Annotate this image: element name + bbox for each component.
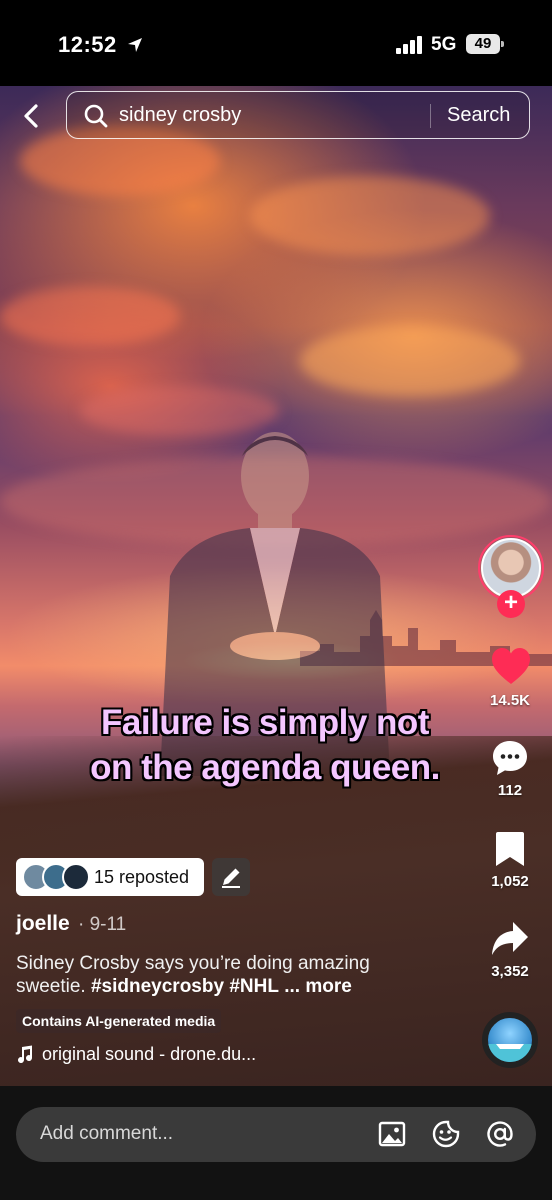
emoji-sticker-icon[interactable] bbox=[432, 1120, 460, 1148]
more-link[interactable]: ... more bbox=[284, 976, 352, 997]
boat-icon bbox=[488, 1044, 532, 1062]
share-count: 3,352 bbox=[491, 963, 529, 980]
back-button[interactable] bbox=[18, 100, 46, 132]
sound-name: original sound - drone.du... bbox=[42, 1044, 257, 1064]
cloud bbox=[250, 176, 490, 256]
repost-label: 15 reposted bbox=[94, 867, 190, 887]
caption-line-2: on the agenda queen. bbox=[90, 748, 440, 787]
status-bar: 12:52 5G 49 bbox=[0, 0, 552, 86]
search-input[interactable]: sidney crosby Search bbox=[66, 91, 530, 139]
music-note-icon bbox=[18, 1045, 33, 1063]
music-disc[interactable] bbox=[482, 1012, 538, 1068]
author-name[interactable]: joelle bbox=[16, 912, 70, 936]
edit-button[interactable] bbox=[212, 858, 250, 896]
video-player[interactable] bbox=[0, 86, 552, 1086]
location-arrow-icon bbox=[128, 38, 142, 52]
mention-icon[interactable] bbox=[486, 1120, 514, 1148]
search-button[interactable]: Search bbox=[447, 104, 510, 127]
share-icon[interactable] bbox=[490, 920, 530, 958]
cellular-signal-icon bbox=[396, 36, 422, 54]
search-query[interactable]: sidney crosby bbox=[119, 104, 241, 127]
pencil-icon bbox=[222, 868, 240, 888]
comment-placeholder: Add comment... bbox=[40, 1123, 174, 1144]
cloud bbox=[0, 286, 180, 346]
heart-icon[interactable] bbox=[490, 646, 532, 686]
repost-avatar bbox=[62, 863, 90, 891]
image-icon[interactable] bbox=[378, 1120, 406, 1148]
post-date: · 9-11 bbox=[78, 914, 127, 935]
battery-icon: 49 bbox=[466, 34, 500, 54]
search-divider bbox=[430, 104, 431, 128]
comment-input[interactable]: Add comment... bbox=[16, 1107, 536, 1162]
cloud bbox=[300, 326, 520, 396]
battery-cap bbox=[501, 41, 504, 47]
comment-icon[interactable] bbox=[490, 738, 530, 778]
ai-generated-label: Contains AI-generated media bbox=[16, 1009, 222, 1033]
repost-pill[interactable]: 15 reposted bbox=[16, 858, 204, 896]
like-count: 14.5K bbox=[489, 692, 531, 709]
status-time: 12:52 bbox=[58, 32, 117, 57]
post-description[interactable]: Sidney Crosby says you’re doing amazing … bbox=[16, 952, 436, 998]
hashtags[interactable]: #sidneycrosby #NHL bbox=[91, 976, 279, 997]
video-caption: Failure is simply not on the agenda quee… bbox=[40, 700, 490, 790]
caption-line-1: Failure is simply not bbox=[101, 703, 429, 742]
network-label: 5G bbox=[431, 34, 457, 55]
bookmark-icon[interactable] bbox=[494, 830, 526, 868]
search-icon bbox=[84, 104, 108, 128]
follow-button[interactable]: + bbox=[497, 590, 525, 618]
comment-count: 112 bbox=[497, 782, 523, 799]
save-count: 1,052 bbox=[491, 873, 529, 890]
